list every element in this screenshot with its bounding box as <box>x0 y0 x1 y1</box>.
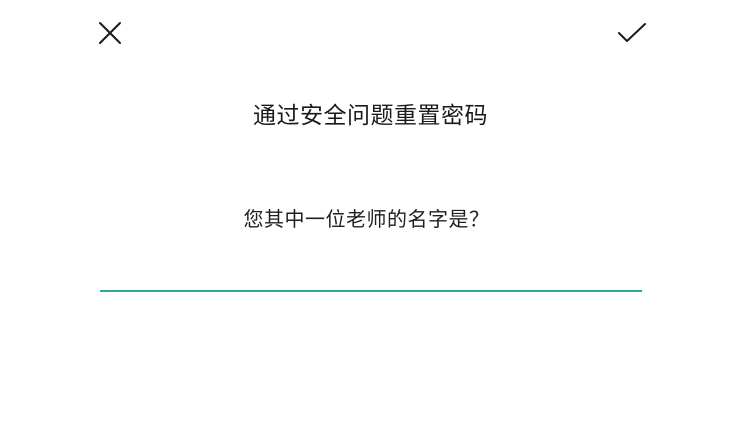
close-button[interactable] <box>93 18 127 52</box>
security-question-label: 您其中一位老师的名字是？ <box>243 207 490 231</box>
check-icon <box>617 21 647 49</box>
page-title: 通过安全问题重置密码 <box>253 103 488 129</box>
security-answer-input[interactable] <box>100 252 642 292</box>
reset-password-screen: 通过安全问题重置密码 您其中一位老师的名字是？ <box>0 0 753 444</box>
confirm-button[interactable] <box>614 18 650 52</box>
close-icon <box>98 21 122 49</box>
